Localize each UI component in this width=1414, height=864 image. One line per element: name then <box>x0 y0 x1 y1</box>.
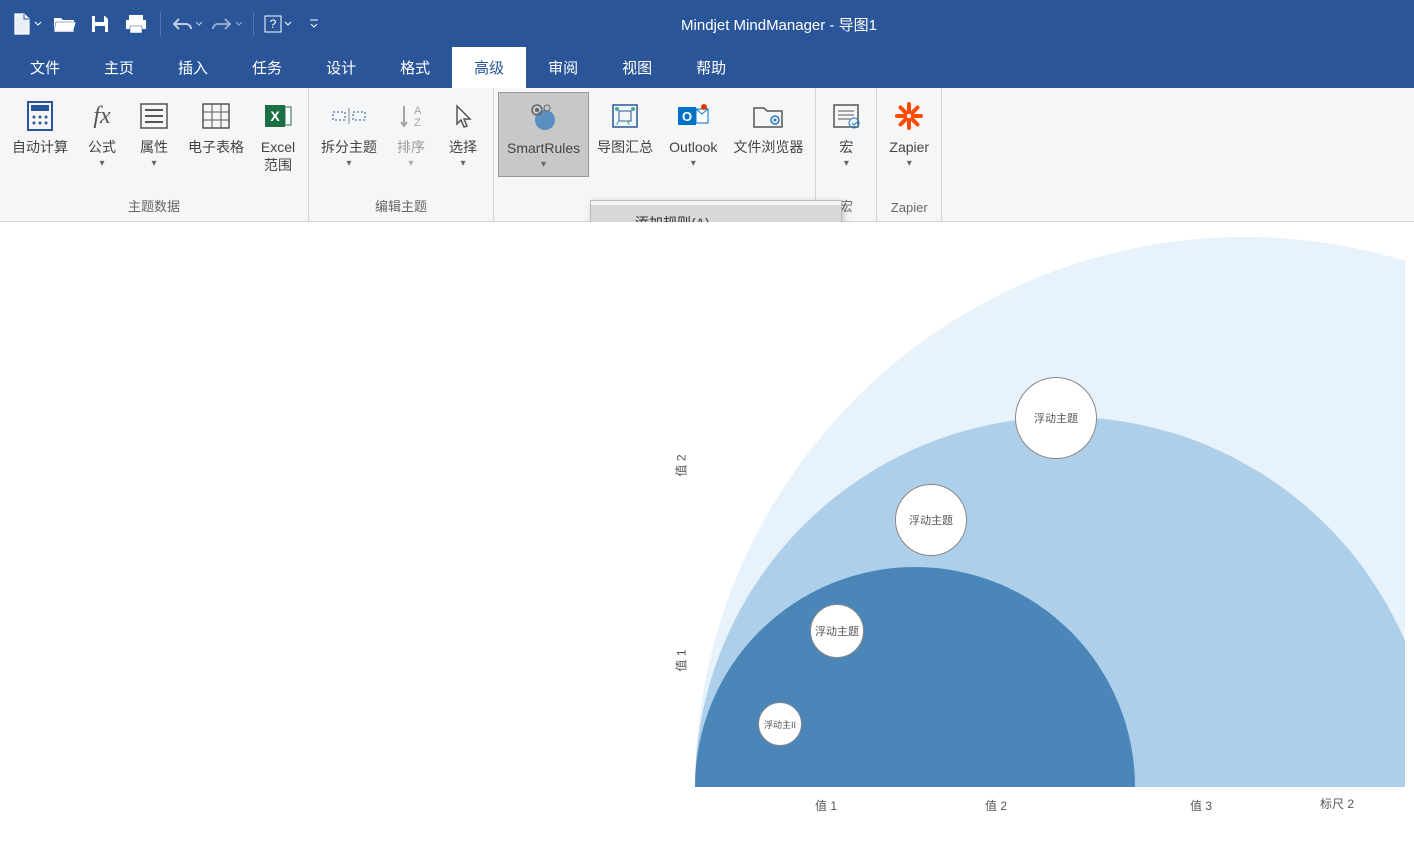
y-tick-2: 值 2 <box>673 454 690 476</box>
smartrules-button[interactable]: SmartRules ▾ <box>498 92 589 177</box>
zapier-icon <box>891 98 927 134</box>
split-icon <box>331 98 367 134</box>
bubble-3[interactable]: 浮动主题 <box>895 484 967 556</box>
chevron-down-icon: ▾ <box>691 158 696 169</box>
chevron-down-icon: ▾ <box>460 158 465 169</box>
svg-text:A: A <box>414 105 422 117</box>
rollup-button[interactable]: 导图汇总 <box>589 92 661 162</box>
chevron-down-icon: ▾ <box>408 158 413 169</box>
chevron-down-icon: ▾ <box>346 158 351 169</box>
x-axis-label: 标尺 2 <box>1320 795 1354 812</box>
tab-design[interactable]: 设计 <box>304 47 378 88</box>
tab-format[interactable]: 格式 <box>378 47 452 88</box>
outlook-icon: O <box>675 98 711 134</box>
quick-access-toolbar: ? <box>8 6 332 42</box>
ribbon-group-edit-topic: 拆分主题 ▾ AZ 排序 ▾ 选择 ▾ 编辑主题 <box>309 88 494 221</box>
calculator-icon <box>22 98 58 134</box>
save-button[interactable] <box>82 6 118 42</box>
gears-head-icon <box>526 99 562 135</box>
svg-text:X: X <box>270 108 280 124</box>
file-browser-button[interactable]: 文件浏览器 <box>725 92 811 162</box>
undo-button[interactable] <box>167 6 207 42</box>
canvas[interactable]: 浮动主II 浮动主题 浮动主题 浮动主题 值 1 值 2 值 3 标尺 2 值 … <box>0 222 1414 864</box>
label: SmartRules <box>507 139 580 157</box>
select-button[interactable]: 选择 ▾ <box>437 92 489 175</box>
group-label: Zapier <box>877 196 941 221</box>
cursor-icon <box>445 98 481 134</box>
label: Outlook <box>669 138 717 156</box>
tab-help[interactable]: 帮助 <box>674 47 748 88</box>
fx-icon: fx <box>84 98 120 134</box>
ribbon-group-zapier: Zapier ▾ Zapier <box>877 88 942 221</box>
rollup-icon <box>607 98 643 134</box>
tab-home[interactable]: 主页 <box>82 47 156 88</box>
formula-button[interactable]: fx 公式 ▾ <box>76 92 128 175</box>
onion-chart: 浮动主II 浮动主题 浮动主题 浮动主题 值 1 值 2 值 3 标尺 2 值 … <box>695 222 1405 862</box>
chevron-down-icon: ▾ <box>151 158 156 169</box>
macro-button[interactable]: 宏 ▾ <box>820 92 872 175</box>
label: 拆分主题 <box>321 138 377 156</box>
excel-icon: X <box>260 98 296 134</box>
chevron-down-icon: ▾ <box>99 158 104 169</box>
macro-icon <box>828 98 864 134</box>
label: 属性 <box>140 138 168 156</box>
x-tick-1: 值 1 <box>815 797 837 814</box>
spreadsheet-button[interactable]: 电子表格 <box>180 92 252 162</box>
list-icon <box>136 98 172 134</box>
tab-task[interactable]: 任务 <box>230 47 304 88</box>
bubble-1[interactable]: 浮动主II <box>758 702 802 746</box>
grid-icon <box>198 98 234 134</box>
bubble-2[interactable]: 浮动主题 <box>810 604 864 658</box>
label: 导图汇总 <box>597 138 653 156</box>
ribbon-group-topic-data: 自动计算 fx 公式 ▾ 属性 ▾ 电子表格 X Excel 范围 主题数据 <box>0 88 309 221</box>
tab-view[interactable]: 视图 <box>600 47 674 88</box>
print-button[interactable] <box>118 6 154 42</box>
group-label: 编辑主题 <box>309 192 493 221</box>
tab-insert[interactable]: 插入 <box>156 47 230 88</box>
window-title: Mindjet MindManager - 导图1 <box>332 14 1406 35</box>
label: 自动计算 <box>12 138 68 156</box>
sort-icon: AZ <box>393 98 429 134</box>
folder-gear-icon <box>750 98 786 134</box>
y-tick-1: 值 1 <box>673 649 690 671</box>
label: 文件浏览器 <box>733 138 803 156</box>
tab-advanced[interactable]: 高级 <box>452 47 526 88</box>
new-file-button[interactable] <box>8 6 46 42</box>
x-tick-3: 值 3 <box>1190 797 1212 814</box>
chevron-down-icon: ▾ <box>907 158 912 169</box>
qat-customize-button[interactable] <box>296 6 332 42</box>
svg-text:?: ? <box>270 17 277 31</box>
chevron-down-icon: ▾ <box>844 158 849 169</box>
zapier-button[interactable]: Zapier ▾ <box>881 92 937 175</box>
open-file-button[interactable] <box>46 6 82 42</box>
chevron-down-icon: ▾ <box>541 159 546 170</box>
sort-button: AZ 排序 ▾ <box>385 92 437 175</box>
excel-button[interactable]: X Excel 范围 <box>252 92 304 180</box>
auto-calc-button[interactable]: 自动计算 <box>4 92 76 162</box>
label: Zapier <box>889 138 929 156</box>
redo-button[interactable] <box>207 6 247 42</box>
tab-review[interactable]: 审阅 <box>526 47 600 88</box>
label: 排序 <box>397 138 425 156</box>
label: 宏 <box>839 138 853 156</box>
tab-file[interactable]: 文件 <box>8 47 82 88</box>
properties-button[interactable]: 属性 ▾ <box>128 92 180 175</box>
label: 选择 <box>449 138 477 156</box>
x-tick-2: 值 2 <box>985 797 1007 814</box>
label: 公式 <box>88 138 116 156</box>
outlook-button[interactable]: O Outlook ▾ <box>661 92 725 175</box>
separator <box>253 12 254 36</box>
svg-text:Z: Z <box>414 117 421 129</box>
separator <box>160 12 161 36</box>
ribbon-tabs: 文件 主页 插入 任务 设计 格式 高级 审阅 视图 帮助 <box>0 48 1414 88</box>
bubble-4[interactable]: 浮动主题 <box>1015 377 1097 459</box>
group-label: 主题数据 <box>0 192 308 221</box>
label: Excel 范围 <box>261 138 295 174</box>
title-bar: ? Mindjet MindManager - 导图1 <box>0 0 1414 48</box>
split-topic-button[interactable]: 拆分主题 ▾ <box>313 92 385 175</box>
svg-text:O: O <box>682 109 692 124</box>
help-button[interactable]: ? <box>260 6 296 42</box>
label: 电子表格 <box>188 138 244 156</box>
